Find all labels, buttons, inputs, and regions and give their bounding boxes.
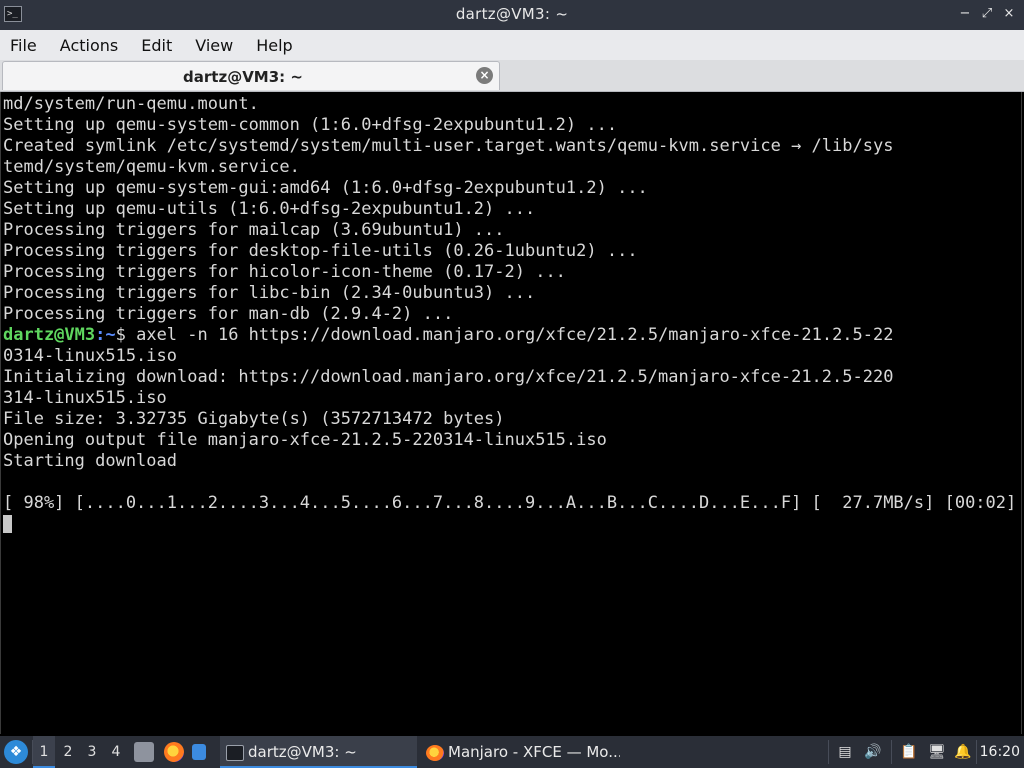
start-menu-icon[interactable]: ❖: [4, 740, 28, 764]
file-manager-launcher-icon[interactable]: [134, 742, 154, 762]
terminal-command: axel -n 16 https://download.manjaro.org/…: [136, 325, 894, 345]
terminal-line: Created symlink /etc/systemd/system/mult…: [3, 136, 894, 156]
terminal-line: Opening output file manjaro-xfce-21.2.5-…: [3, 430, 607, 450]
taskbar-separator: [828, 740, 829, 764]
task-label: dartz@VM3: ~: [248, 743, 357, 761]
terminal-line: Setting up qemu-system-common (1:6.0+dfs…: [3, 115, 618, 135]
terminal-line: File size: 3.32735 Gigabyte(s) (35727134…: [3, 409, 505, 429]
window-controls: − ⤢ ×: [958, 4, 1016, 24]
window-titlebar: >_ dartz@VM3: ~ − ⤢ ×: [0, 0, 1024, 30]
tab-label: dartz@VM3: ~: [183, 68, 303, 86]
taskbar-task-firefox[interactable]: Manjaro - XFCE — Mo...: [420, 736, 620, 768]
updates-icon[interactable]: ▤: [836, 743, 854, 761]
terminal-line: Setting up qemu-system-gui:amd64 (1:6.0+…: [3, 178, 648, 198]
terminal-line: Setting up qemu-utils (1:6.0+dfsg-2expub…: [3, 199, 536, 219]
terminal-line: temd/system/qemu-kvm.service.: [3, 157, 300, 177]
firefox-launcher-icon[interactable]: [164, 742, 184, 762]
task-label: Manjaro - XFCE — Mo...: [448, 743, 620, 761]
prompt-path: :~: [95, 325, 116, 345]
terminal-line: 0314-linux515.iso: [3, 346, 177, 366]
menu-edit[interactable]: Edit: [141, 36, 182, 55]
network-icon[interactable]: 🖥: [928, 743, 946, 761]
cursor-line: [3, 514, 1021, 535]
workspace-1[interactable]: 1: [33, 736, 55, 768]
taskbar-separator: [976, 740, 977, 764]
workspace-3[interactable]: 3: [81, 736, 103, 768]
workspace-2[interactable]: 2: [57, 736, 79, 768]
volume-icon[interactable]: 🔊: [864, 743, 882, 761]
terminal-output[interactable]: md/system/run-qemu.mount. Setting up qem…: [0, 92, 1022, 734]
menu-file[interactable]: File: [10, 36, 47, 55]
minimize-button[interactable]: −: [958, 4, 972, 24]
tab-bar: dartz@VM3: ~ ×: [0, 60, 1024, 92]
menu-view[interactable]: View: [195, 36, 243, 55]
terminal-line: Processing triggers for desktop-file-uti…: [3, 241, 638, 261]
terminal-line: Processing triggers for libc-bin (2.34-0…: [3, 283, 536, 303]
terminal-line: Processing triggers for hicolor-icon-the…: [3, 262, 566, 282]
terminal-line: Processing triggers for mailcap (3.69ubu…: [3, 220, 505, 240]
prompt-symbol: $: [115, 325, 137, 345]
taskbar: ❖ 1 2 3 4 dartz@VM3: ~ Manjaro - XFCE — …: [0, 736, 1024, 768]
menu-help[interactable]: Help: [256, 36, 302, 55]
terminal-line: Starting download: [3, 451, 177, 471]
terminal-line: md/system/run-qemu.mount.: [3, 94, 259, 114]
terminal-line: Processing triggers for man-db (2.9.4-2)…: [3, 304, 454, 324]
menu-bar: File Actions Edit View Help: [0, 30, 1024, 60]
window-title: dartz@VM3: ~: [455, 5, 569, 23]
terminal-line: Initializing download: https://download.…: [3, 367, 894, 387]
download-progress-line: [ 98%] [....0...1...2....3...4...5....6.…: [3, 493, 1017, 513]
terminal-line: 314-linux515.iso: [3, 388, 167, 408]
taskbar-separator: [891, 740, 892, 764]
maximize-button[interactable]: ⤢: [980, 4, 994, 24]
close-window-button[interactable]: ×: [1002, 4, 1016, 24]
text-cursor: [3, 515, 12, 533]
notification-icon[interactable]: 🔔: [954, 743, 972, 761]
clipboard-icon[interactable]: 📋: [900, 743, 918, 761]
terminal-prompt-line: dartz@VM3:~$ axel -n 16 https://download…: [3, 325, 1021, 346]
terminal-icon: [226, 744, 244, 761]
taskbar-task-terminal[interactable]: dartz@VM3: ~: [220, 736, 417, 768]
menu-actions[interactable]: Actions: [60, 36, 128, 55]
workspace-4[interactable]: 4: [105, 736, 127, 768]
show-desktop-icon[interactable]: [192, 744, 206, 760]
clock[interactable]: 16:20: [980, 736, 1020, 768]
tab-terminal[interactable]: dartz@VM3: ~ ×: [2, 61, 500, 90]
tab-close-icon[interactable]: ×: [476, 67, 493, 84]
prompt-user: dartz@VM3: [3, 325, 96, 345]
firefox-icon: [426, 744, 444, 761]
